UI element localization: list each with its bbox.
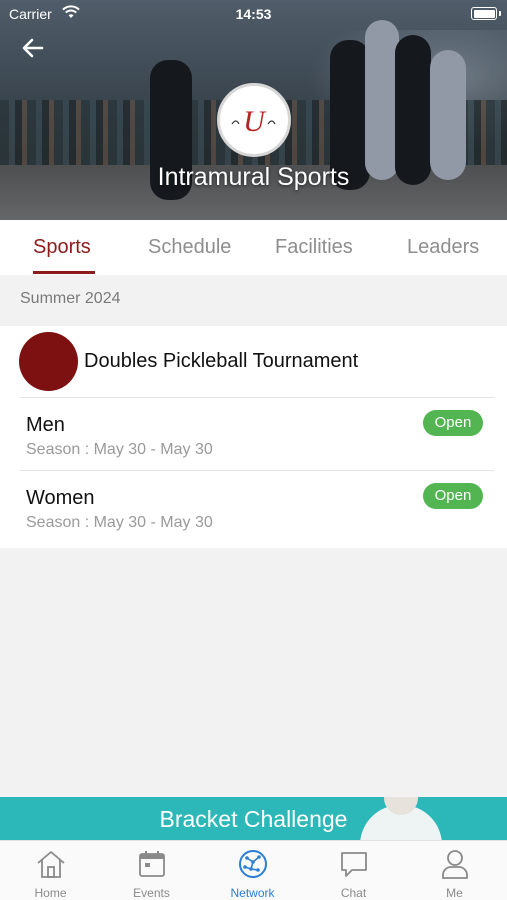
event-title[interactable]: Doubles Pickleball Tournament — [84, 350, 358, 373]
status-badge: Open — [423, 483, 483, 509]
nav-label: Home — [34, 886, 67, 900]
nav-label: Chat — [340, 886, 367, 900]
nav-me[interactable]: Me — [404, 841, 505, 900]
home-icon — [37, 851, 65, 878]
event-avatar — [19, 332, 78, 391]
division-season: Season : May 30 - May 30 — [26, 441, 213, 458]
nav-chat[interactable]: Chat — [303, 841, 404, 900]
season-section-title: Summer 2024 — [20, 290, 121, 307]
divider — [20, 470, 494, 471]
logo-mark: U — [231, 105, 276, 138]
organization-logo: U — [217, 83, 291, 157]
banner-label: Bracket Challenge — [159, 806, 348, 832]
nav-events[interactable]: Events — [101, 841, 202, 900]
clock: 14:53 — [235, 6, 272, 22]
division-season: Season : May 30 - May 30 — [26, 514, 213, 531]
bracket-challenge-banner[interactable]: Bracket Challenge — [0, 797, 507, 840]
person-icon — [442, 850, 468, 879]
nav-label: Me — [446, 886, 463, 900]
nav-label: Network — [230, 886, 275, 900]
calendar-icon — [139, 851, 165, 877]
divider — [20, 397, 494, 398]
network-icon — [239, 850, 267, 878]
battery-tip — [499, 11, 501, 16]
battery-icon — [471, 7, 497, 20]
nav-home[interactable]: Home — [0, 841, 101, 900]
status-bar: Carrier 14:53 — [0, 0, 507, 28]
status-badge: Open — [423, 410, 483, 436]
division-name: Women — [26, 487, 95, 509]
tab-sports[interactable]: Sports — [33, 236, 91, 259]
back-arrow-icon[interactable] — [20, 36, 46, 60]
tab-facilities[interactable]: Facilities — [275, 236, 353, 259]
chat-icon — [341, 852, 367, 877]
division-name: Men — [26, 414, 65, 436]
tab-bar: Sports Schedule Facilities Leaders — [0, 220, 507, 275]
nav-label: Events — [133, 886, 170, 900]
page-title: Intramural Sports — [157, 163, 350, 191]
tab-leaders[interactable]: Leaders — [407, 236, 479, 259]
tab-schedule[interactable]: Schedule — [148, 236, 231, 259]
nav-network[interactable]: Network — [202, 841, 303, 900]
logo-letter: U — [243, 105, 267, 138]
active-tab-indicator — [33, 271, 95, 274]
bottom-nav: Home Events Network Chat Me — [0, 840, 507, 900]
